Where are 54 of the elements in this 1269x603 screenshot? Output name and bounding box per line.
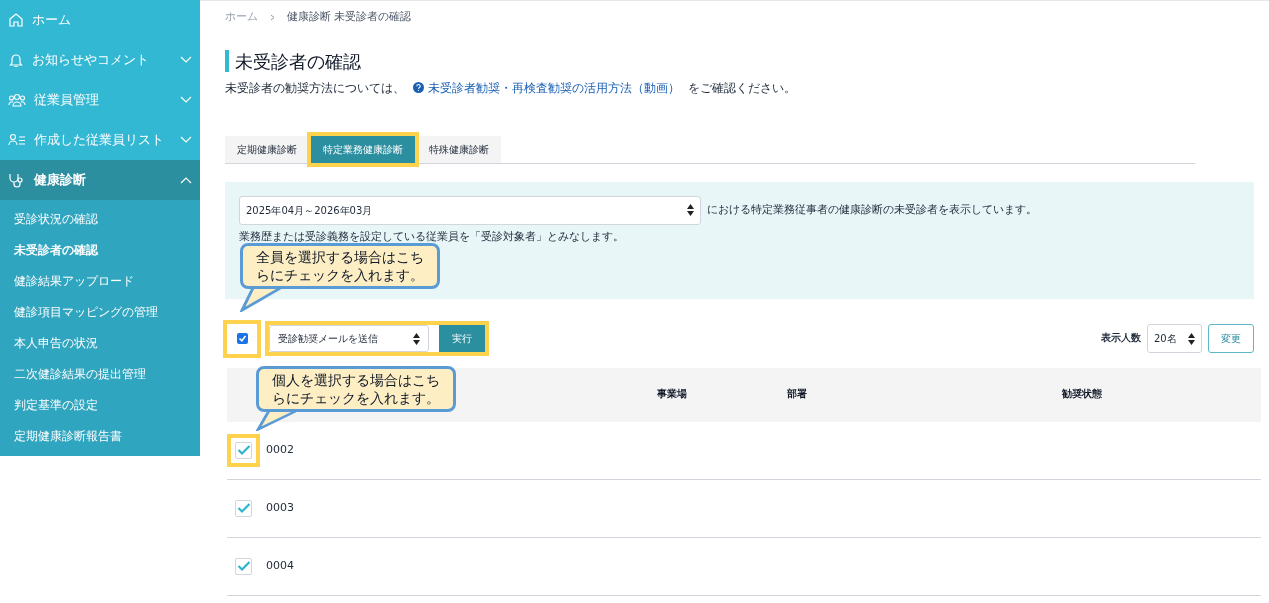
row-checkbox[interactable] [235,499,252,517]
people-icon [8,92,26,108]
period-description: における特定業務従事者の健康診断の未受診者を表示しています。 [707,201,1037,218]
chevron-down-icon [180,136,192,144]
tab[interactable]: 特殊健康診断 [417,135,501,163]
nav-subitem[interactable]: 健診結果アップロード [0,266,200,297]
nav-subitem[interactable]: 判定基準の設定 [0,390,200,421]
nav-item[interactable]: 従業員管理 [0,80,200,120]
intro-text: をご確認ください。 [688,79,796,97]
column-header: 部署 [787,387,807,402]
title-accent-bar [225,50,229,72]
nav-subitem[interactable]: 受診状況の確認 [0,204,200,235]
nav-subitem[interactable]: 健診項目マッピングの管理 [0,297,200,328]
action-select[interactable]: 受診勧奨メールを送信 [269,325,429,352]
change-button[interactable]: 変更 [1208,324,1254,353]
chevron-up-icon [180,176,192,184]
employee-number: 0002 [266,441,294,458]
chevron-right-icon [270,13,275,21]
help-video-link[interactable]: 未受診者勧奨・再検査勧奨の活用方法（動画） [413,78,680,97]
employee-number: 0003 [266,499,294,516]
nav-subitem[interactable]: 二次健診結果の提出管理 [0,359,200,390]
nav-subitem[interactable]: 未受診者の確認 [0,235,200,266]
employee-number: 0004 [266,557,294,574]
person-list-icon [8,132,26,148]
nav-subitem[interactable]: 定期健康診断報告書 [0,421,200,452]
column-header: 勧奨状態 [1062,387,1102,402]
sort-arrows-icon [413,332,420,345]
sort-arrows-icon [1188,332,1195,345]
chevron-down-icon [180,56,192,64]
page-title: 未受診者の確認 [235,49,361,74]
nav-item[interactable]: ホーム [0,0,200,40]
intro-text: 未受診者の勧奨方法については、 [225,79,405,97]
chevron-down-icon [180,96,192,104]
breadcrumb-item: 健康診断 未受診者の確認 [287,9,412,25]
run-button[interactable]: 実行 [439,325,485,352]
breadcrumb-item[interactable]: ホーム [225,9,258,26]
page-size-label: 表示人数 [1101,331,1141,346]
note-text: 業務歴または受診義務を設定している従業員を「受診対象者」とみなします。 [239,228,625,245]
period-select[interactable]: 2025年04月～2026年03月 [239,195,701,225]
nav-item[interactable]: 作成した従業員リスト [0,120,200,160]
bell-icon [8,52,24,68]
select-all-checkbox[interactable] [236,333,248,344]
page-size-select[interactable]: 20名 [1147,324,1202,353]
row-checkbox[interactable] [235,557,252,575]
nav-subitem[interactable]: 本人申告の状況 [0,328,200,359]
nav-item[interactable]: 健康診断 [0,160,200,200]
help-icon [413,82,424,93]
stethoscope-icon [8,172,26,188]
home-icon [8,12,24,28]
nav-item[interactable]: お知らせやコメント [0,40,200,80]
column-header: 事業場 [657,387,687,402]
row-checkbox[interactable] [235,441,252,459]
tab[interactable]: 定期健康診断 [225,135,309,163]
sort-arrows-icon [687,204,694,216]
